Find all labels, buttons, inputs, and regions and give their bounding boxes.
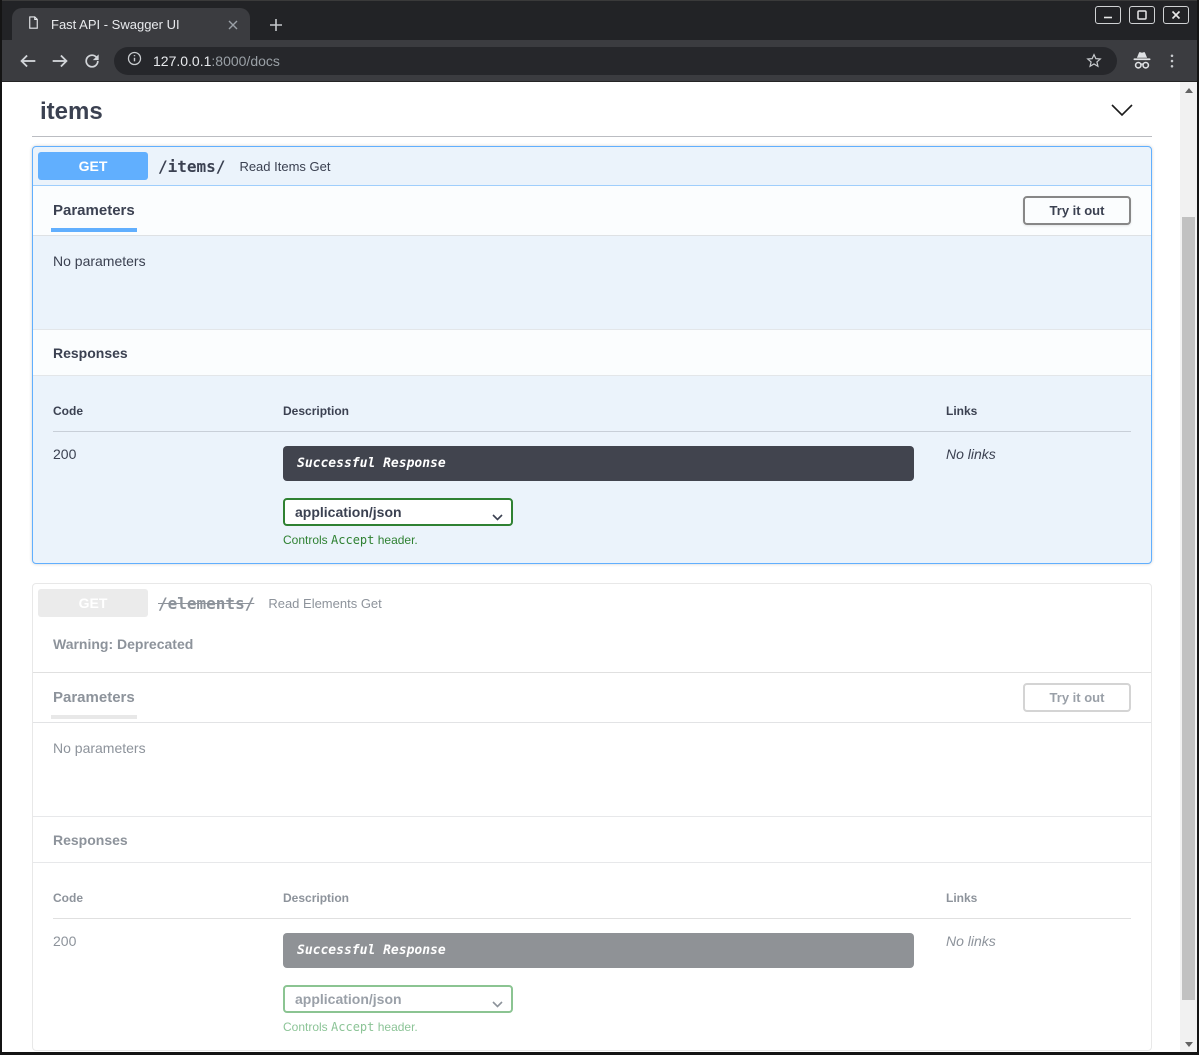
col-links: Links bbox=[946, 891, 1131, 905]
responses-header: Responses bbox=[33, 816, 1151, 863]
address-bar[interactable]: 127.0.0.1:8000/docs bbox=[114, 47, 1117, 75]
incognito-icon bbox=[1127, 46, 1157, 76]
parameters-header: Parameters Try it out bbox=[33, 186, 1151, 236]
browser-toolbar: 127.0.0.1:8000/docs bbox=[2, 40, 1197, 82]
browser-menu-icon[interactable] bbox=[1157, 46, 1187, 76]
scroll-up-icon[interactable] bbox=[1180, 82, 1197, 98]
endpoint-summary: Read Items Get bbox=[239, 159, 330, 174]
url-text: 127.0.0.1:8000/docs bbox=[153, 53, 280, 69]
opblock-get-elements-deprecated: GET /elements/ Read Elements Get Warning… bbox=[32, 583, 1152, 1051]
response-row: 200 Successful Response application/json bbox=[53, 919, 1131, 1034]
opblock-summary[interactable]: GET /items/ Read Items Get bbox=[33, 147, 1151, 186]
response-description: Successful Response bbox=[283, 446, 914, 481]
media-type-select-wrap: application/json bbox=[283, 985, 513, 1013]
site-info-icon[interactable] bbox=[126, 50, 143, 72]
tab-strip: Fast API - Swagger UI bbox=[2, 0, 1197, 40]
accept-note: Controls Accept header. bbox=[283, 1020, 946, 1034]
parameters-body: No parameters bbox=[33, 236, 1151, 329]
close-button[interactable] bbox=[1163, 6, 1189, 24]
response-links: No links bbox=[946, 446, 1131, 547]
try-it-out-button[interactable]: Try it out bbox=[1023, 196, 1131, 225]
try-it-out-button[interactable]: Try it out bbox=[1023, 683, 1131, 712]
no-parameters-text: No parameters bbox=[53, 740, 146, 756]
vertical-scrollbar[interactable] bbox=[1180, 82, 1197, 1052]
responses-title: Responses bbox=[53, 832, 128, 848]
responses-body: Code Description Links 200 Successful Re… bbox=[33, 376, 1151, 563]
window-controls bbox=[1095, 6, 1189, 24]
tab-title: Fast API - Swagger UI bbox=[51, 17, 224, 32]
responses-table-header: Code Description Links bbox=[53, 404, 1131, 432]
collapse-chevron-icon[interactable] bbox=[1110, 103, 1134, 122]
response-description-cell: Successful Response application/json Con… bbox=[283, 446, 946, 547]
media-type-select-wrap: application/json bbox=[283, 498, 513, 526]
media-type-select[interactable]: application/json bbox=[283, 498, 513, 526]
parameters-body: No parameters bbox=[33, 723, 1151, 816]
col-links: Links bbox=[946, 404, 1131, 418]
scrollbar-thumb[interactable] bbox=[1182, 217, 1195, 1000]
reload-icon[interactable] bbox=[76, 45, 108, 77]
deprecation-warning-wrap: Warning: Deprecated bbox=[33, 622, 1151, 673]
responses-header: Responses bbox=[33, 329, 1151, 376]
responses-table-header: Code Description Links bbox=[53, 891, 1131, 919]
bookmark-star-icon[interactable] bbox=[1083, 50, 1105, 72]
endpoint-path: /items/ bbox=[158, 157, 225, 176]
opblock-summary[interactable]: GET /elements/ Read Elements Get bbox=[33, 584, 1151, 622]
tag-divider bbox=[32, 136, 1152, 137]
parameters-header: Parameters Try it out bbox=[33, 673, 1151, 723]
responses-body: Code Description Links 200 Successful Re… bbox=[33, 863, 1151, 1050]
tag-section-header[interactable]: items bbox=[32, 90, 1152, 128]
method-badge: GET bbox=[38, 152, 148, 180]
minimize-button[interactable] bbox=[1095, 6, 1121, 24]
endpoint-summary: Read Elements Get bbox=[268, 596, 381, 611]
response-description-cell: Successful Response application/json Con… bbox=[283, 933, 946, 1034]
maximize-button[interactable] bbox=[1129, 6, 1155, 24]
response-links: No links bbox=[946, 933, 1131, 1034]
forward-icon[interactable] bbox=[44, 45, 76, 77]
media-type-select[interactable]: application/json bbox=[283, 985, 513, 1013]
page-favicon-icon bbox=[26, 15, 41, 35]
tab-close-icon[interactable] bbox=[224, 16, 242, 34]
tab-parameters[interactable]: Parameters bbox=[53, 689, 135, 706]
browser-tab[interactable]: Fast API - Swagger UI bbox=[12, 8, 250, 41]
tag-title: items bbox=[40, 98, 103, 126]
new-tab-button[interactable] bbox=[262, 11, 290, 39]
no-parameters-text: No parameters bbox=[53, 253, 146, 269]
accept-note: Controls Accept header. bbox=[283, 533, 946, 547]
opblock-get-items: GET /items/ Read Items Get Parameters Tr… bbox=[32, 146, 1152, 564]
endpoint-path: /elements/ bbox=[158, 594, 254, 613]
deprecation-warning: Warning: Deprecated bbox=[53, 636, 193, 652]
tab-parameters[interactable]: Parameters bbox=[53, 202, 135, 219]
response-description: Successful Response bbox=[283, 933, 914, 968]
swagger-content: items GET /items/ Read Items Get Paramet… bbox=[2, 82, 1180, 1052]
response-code: 200 bbox=[53, 446, 283, 547]
scroll-down-icon[interactable] bbox=[1180, 1036, 1197, 1052]
col-code: Code bbox=[53, 891, 283, 905]
col-description: Description bbox=[283, 404, 946, 418]
swagger-page: items GET /items/ Read Items Get Paramet… bbox=[2, 82, 1197, 1052]
responses-title: Responses bbox=[53, 345, 128, 361]
browser-window: Fast API - Swagger UI bbox=[2, 0, 1197, 1052]
col-code: Code bbox=[53, 404, 283, 418]
response-row: 200 Successful Response application/json bbox=[53, 432, 1131, 547]
method-badge: GET bbox=[38, 589, 148, 617]
response-code: 200 bbox=[53, 933, 283, 1034]
back-icon[interactable] bbox=[12, 45, 44, 77]
col-description: Description bbox=[283, 891, 946, 905]
